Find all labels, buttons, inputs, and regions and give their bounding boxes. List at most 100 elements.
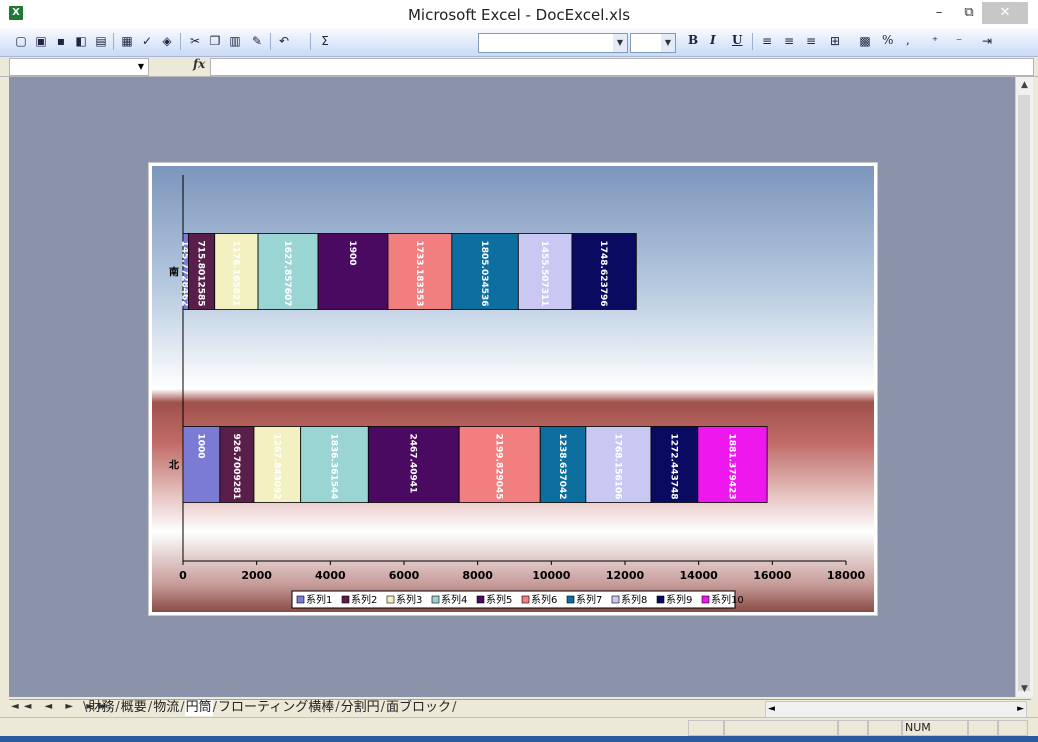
percent-icon[interactable]: % — [882, 33, 893, 47]
data-label: 715.8012585 — [196, 241, 206, 307]
fx-icon[interactable]: fx — [193, 57, 205, 71]
autosum-icon[interactable]: Σ — [316, 32, 334, 50]
legend-entry: 系列5 — [486, 593, 512, 606]
data-label: 1805.034536 — [479, 241, 489, 307]
close-button[interactable]: ✕ — [982, 2, 1028, 24]
data-label: 2199.829045 — [494, 434, 504, 500]
legend-swatch — [341, 595, 350, 604]
x-tick-label: 2000 — [241, 569, 272, 582]
align-right-icon[interactable]: ≡ — [802, 32, 820, 50]
toolbar-separator — [113, 33, 114, 50]
toolbar-separator — [270, 33, 271, 50]
tab-separator: / — [452, 700, 457, 715]
status-cell — [968, 720, 998, 736]
scroll-left-icon[interactable]: ◄ — [768, 702, 775, 717]
sheet-tab[interactable]: 面ブロック — [385, 700, 452, 716]
x-tick-label: 4000 — [315, 569, 346, 582]
data-label: 1733.183353 — [414, 241, 424, 307]
chevron-down-icon[interactable]: ▼ — [138, 59, 144, 75]
scrollbar-thumb[interactable] — [1018, 95, 1030, 691]
scroll-right-icon[interactable]: ► — [1017, 702, 1024, 717]
x-tick-label: 12000 — [606, 569, 645, 582]
scroll-down-icon[interactable]: ▼ — [1016, 681, 1033, 697]
data-label: 1455.507311 — [539, 241, 549, 307]
chevron-down-icon[interactable]: ▼ — [613, 34, 627, 52]
legend-entry: 系列1 — [306, 593, 332, 606]
name-box[interactable]: ▼ — [9, 58, 149, 76]
decrease-decimal-icon[interactable]: ⁻ — [950, 32, 968, 50]
sheet-tab[interactable]: 概要 — [120, 700, 148, 716]
x-tick-label: 0 — [179, 569, 187, 582]
x-tick-label: 16000 — [753, 569, 792, 582]
legend-swatch — [521, 595, 530, 604]
paste-icon[interactable]: ▥ — [226, 32, 244, 50]
x-tick-label: 10000 — [532, 569, 571, 582]
chart-area[interactable]: 0 2000 4000 6000 8000 10000 12000 14000 16000 180… — [148, 162, 878, 616]
print-preview-icon[interactable]: ▦ — [118, 32, 136, 50]
save-icon[interactable]: ▪ — [52, 32, 70, 50]
toolbar-separator — [180, 33, 181, 50]
data-label: 926.7009281 — [231, 434, 241, 500]
sheet-tab[interactable]: 分割円 — [340, 700, 381, 716]
data-label: 1768.156106 — [612, 434, 622, 500]
permission-icon[interactable]: ◧ — [72, 32, 90, 50]
sheet-tab[interactable]: 円筒 — [184, 700, 213, 716]
data-label: 1627.857607 — [282, 241, 292, 307]
minimize-button[interactable]: – — [922, 2, 956, 24]
formula-input[interactable] — [210, 58, 1034, 76]
chevron-down-icon[interactable]: ▼ — [661, 34, 675, 52]
indent-icon[interactable]: ⇥ — [978, 32, 996, 50]
toolbar-separator — [752, 33, 753, 50]
legend-entry: 系列4 — [441, 593, 467, 606]
restore-button[interactable]: ⧉ — [952, 2, 986, 24]
status-cell — [724, 720, 838, 736]
stacked-bar-chart[interactable]: 0 2000 4000 6000 8000 10000 12000 14000 16000 180… — [149, 163, 877, 615]
legend-entry: 系列10 — [711, 593, 744, 606]
font-name-combo[interactable]: ▼ — [478, 33, 628, 53]
legend-swatch — [431, 595, 440, 604]
font-size-combo[interactable]: ▼ — [630, 33, 676, 53]
x-tick-label: 14000 — [680, 569, 719, 582]
increase-decimal-icon[interactable]: ⁺ — [926, 32, 944, 50]
currency-icon[interactable]: ▩ — [856, 32, 874, 50]
legend-swatch — [566, 595, 575, 604]
vertical-scrollbar[interactable]: ▲ ▼ — [1015, 77, 1033, 697]
italic-icon[interactable]: I — [710, 33, 716, 47]
format-painter-icon[interactable]: ✎ — [248, 32, 266, 50]
title-bar: X Microsoft Excel - DocExcel.xls – ⧉ ✕ — [0, 0, 1038, 29]
print-icon[interactable]: ▤ — [92, 32, 110, 50]
underline-icon[interactable]: U — [732, 33, 742, 47]
cut-icon[interactable]: ✂ — [186, 32, 204, 50]
legend-swatch — [701, 595, 710, 604]
merge-center-icon[interactable]: ⊞ — [826, 32, 844, 50]
legend-entry: 系列6 — [531, 593, 557, 606]
legend-swatch — [386, 595, 395, 604]
undo-icon[interactable]: ↶ — [275, 32, 293, 50]
category-label: 北 — [169, 459, 179, 472]
legend-entry: 系列9 — [666, 593, 692, 606]
research-icon[interactable]: ◈ — [158, 32, 176, 50]
data-label: 2467.40941 — [408, 434, 418, 494]
open-icon[interactable]: ▣ — [32, 32, 50, 50]
sheet-tab[interactable]: 物流 — [152, 700, 180, 716]
window-title: Microsoft Excel - DocExcel.xls — [407, 6, 631, 24]
status-bar: NUM — [0, 717, 1038, 737]
legend-entry: 系列8 — [621, 593, 647, 606]
new-icon[interactable]: ▢ — [12, 32, 30, 50]
x-tick-label: 6000 — [389, 569, 420, 582]
sheet-tab-bar: ◄◄ ◄ ► ►► \財務/概要/物流/円筒/フローティング横棒/分割円/面ブロ… — [9, 699, 1031, 718]
center-icon[interactable]: ≡ — [780, 32, 798, 50]
legend-swatch — [476, 595, 485, 604]
legend-swatch — [611, 595, 620, 604]
scroll-up-icon[interactable]: ▲ — [1016, 77, 1033, 93]
bold-icon[interactable]: B — [688, 33, 698, 47]
legend-entry: 系列2 — [351, 593, 377, 606]
copy-icon[interactable]: ❐ — [206, 32, 224, 50]
comma-icon[interactable]: , — [906, 33, 910, 47]
sheet-tab[interactable]: フローティング横棒 — [217, 700, 335, 716]
spelling-icon[interactable]: ✓ — [138, 32, 156, 50]
status-cell — [838, 720, 868, 736]
align-left-icon[interactable]: ≡ — [758, 32, 776, 50]
sheet-tab[interactable]: 財務 — [87, 700, 115, 716]
horizontal-scrollbar[interactable]: ◄ ► — [765, 701, 1027, 718]
